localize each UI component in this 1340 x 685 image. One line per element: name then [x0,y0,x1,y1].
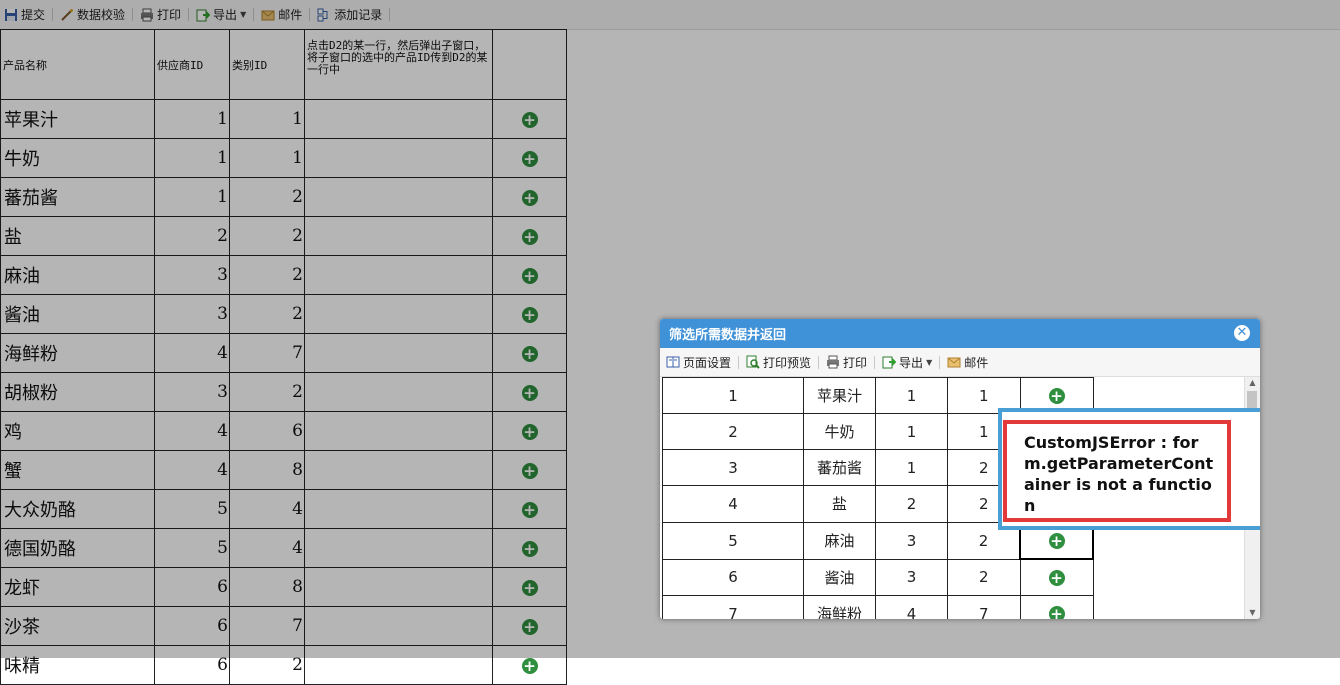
print-preview-label: 打印预览 [763,355,812,370]
product-id-cell: 2 [662,413,804,450]
dialog-title-bar: 筛选所需数据并返回 ✕ [660,319,1260,348]
dialog-export-label: 导出 [899,355,924,370]
scroll-up-icon[interactable]: ▲ [1245,377,1260,389]
page-setup-button[interactable]: 页面设置 [662,348,735,376]
dialog-print-label: 打印 [843,355,868,370]
product-id-cell: 3 [662,449,804,486]
product-id-cell: 1 [662,377,804,414]
dialog-print-button[interactable]: 打印 [822,348,871,376]
printer-icon [826,355,840,369]
dialog-title: 筛选所需数据并返回 [669,328,787,343]
page-setup-label: 页面设置 [683,355,732,370]
product-id-cell: 7 [662,595,804,619]
supplier-id-cell: 1 [875,377,948,414]
product-name-cell: 酱油 [803,558,876,596]
add-circle-icon[interactable]: + [1048,387,1065,404]
product-name-cell: 海鲜粉 [803,595,876,619]
dialog-export-button[interactable]: 导出 ▼ [878,348,936,376]
category-id-cell: 7 [947,595,1021,619]
add-circle-icon[interactable]: + [521,657,538,674]
product-id-cell: 4 [662,485,804,523]
toolbar-divider [939,355,941,369]
toolbar-divider [738,355,740,369]
dialog-mail-button[interactable]: 邮件 [943,348,992,376]
product-name-cell: 蕃茄酱 [803,449,876,486]
supplier-id-cell: 3 [875,521,948,560]
add-circle-icon[interactable]: + [1048,569,1065,586]
product-name-cell: 牛奶 [803,413,876,450]
select-cell: + [1019,595,1094,619]
toolbar-divider [818,355,820,369]
chevron-down-icon: ▼ [926,357,933,367]
table-row: 7 海鲜粉 4 7 + [662,595,1094,619]
supplier-id-cell: 4 [875,595,948,619]
dialog-mail-label: 邮件 [964,355,989,370]
toolbar-divider [874,355,876,369]
supplier-id-cell: 2 [875,485,948,523]
error-message-box: CustomJSError : form.getParameterContain… [1003,420,1231,522]
select-cell: + [1019,558,1094,596]
mail-icon [947,355,961,369]
supplier-id-cell: 3 [875,558,948,596]
category-id-cell: 2 [947,558,1021,596]
add-circle-icon[interactable]: + [1048,605,1065,619]
product-name-cell: 麻油 [803,521,876,560]
add-circle-icon[interactable]: + [1048,532,1065,549]
page-setup-icon [666,355,680,369]
product-name-cell: 苹果汁 [803,377,876,414]
supplier-id-cell: 1 [875,449,948,486]
product-id-cell: 5 [662,521,804,560]
close-icon[interactable]: ✕ [1234,325,1250,341]
print-preview-button[interactable]: 打印预览 [742,348,815,376]
dialog-toolbar: 页面设置 打印预览 打印 导出 ▼ 邮件 [660,348,1260,377]
product-name-cell: 盐 [803,485,876,523]
supplier-id-cell: 1 [875,413,948,450]
scroll-down-icon[interactable]: ▼ [1245,607,1260,619]
product-id-cell: 6 [662,558,804,596]
error-message: CustomJSError : form.getParameterContain… [1024,433,1214,515]
table-row: 6 酱油 3 2 + [662,558,1094,596]
print-preview-icon [746,355,760,369]
export-icon [882,355,897,369]
scrollbar-thumb[interactable] [1247,391,1257,409]
